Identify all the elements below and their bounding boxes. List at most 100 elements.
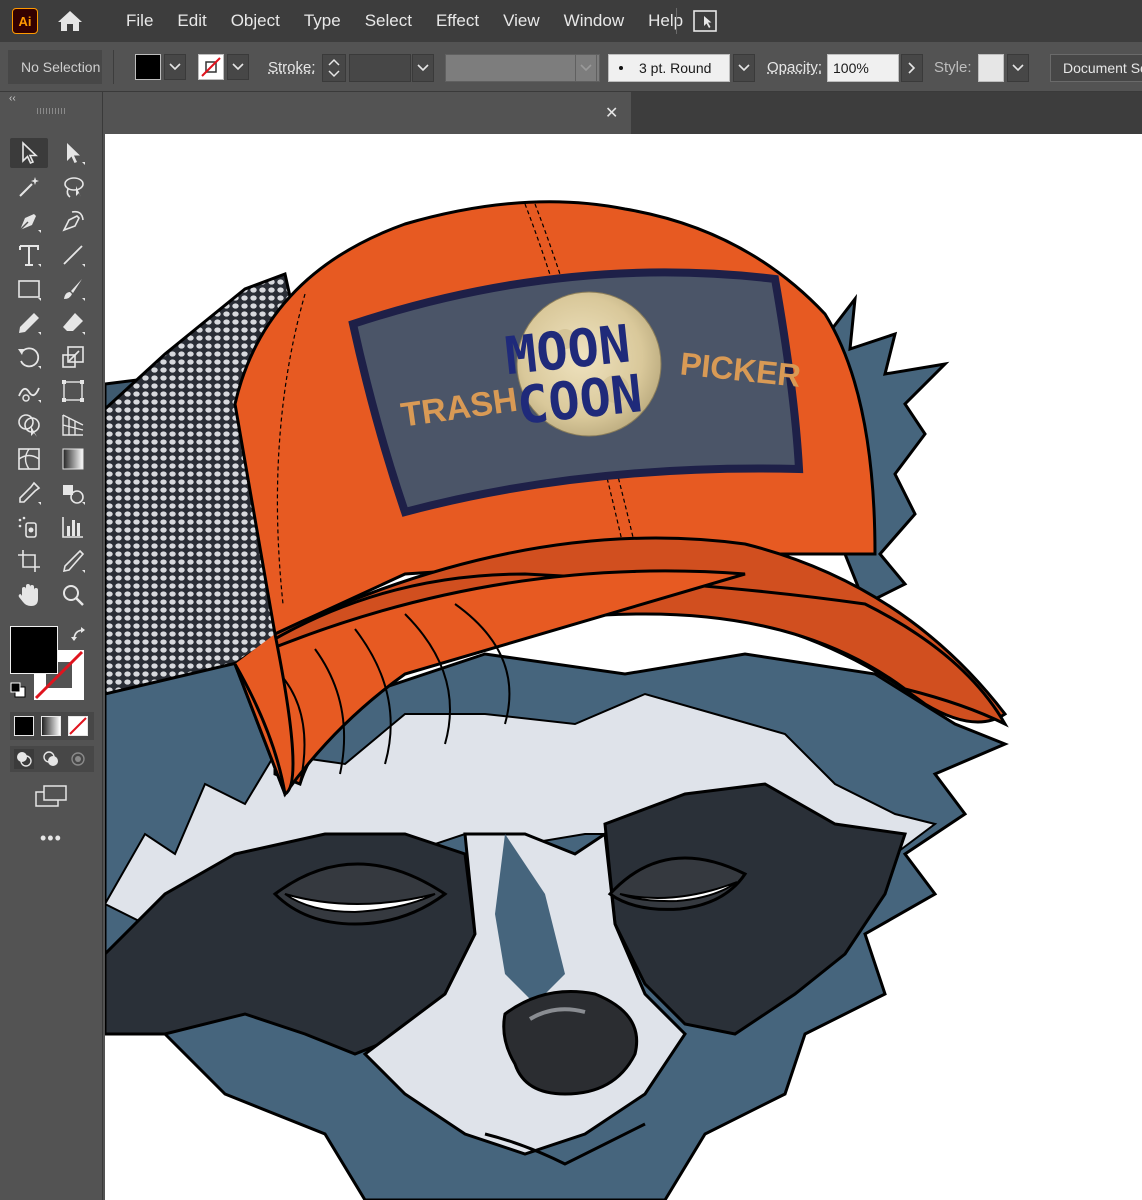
menu-edit[interactable]: Edit (165, 11, 218, 31)
collapse-panel-icon[interactable]: ‹‹ (9, 93, 16, 104)
chevron-down-icon (169, 63, 181, 71)
slice-tool[interactable] (54, 546, 92, 576)
raccoon-artwork: TRASH MOON COON PICKER (105, 200, 1009, 1200)
menu-type[interactable]: Type (292, 11, 353, 31)
fill-dropdown-button[interactable] (164, 54, 186, 80)
app-logo: Ai (12, 8, 38, 34)
chevron-down-icon (232, 63, 244, 71)
eraser-tool-icon (63, 313, 85, 335)
tools-panel: ‹‹ ••• (0, 92, 103, 1200)
selection-tool[interactable] (10, 138, 48, 168)
menu-items: File Edit Object Type Select Effect View… (114, 0, 695, 42)
panel-grip[interactable] (37, 108, 65, 114)
menu-select[interactable]: Select (353, 11, 424, 31)
scale-tool-icon (62, 346, 84, 368)
pen-tool[interactable] (10, 206, 48, 236)
hand-tool[interactable] (10, 580, 48, 610)
brush-dropdown[interactable] (733, 54, 755, 82)
menu-bar: Ai File Edit Object Type Select Effect V… (0, 0, 1142, 42)
menu-file[interactable]: File (114, 11, 165, 31)
graphic-style-swatch[interactable] (978, 54, 1004, 82)
stroke-color-swatch[interactable] (198, 54, 224, 80)
stroke-label[interactable]: Stroke: (268, 59, 316, 76)
document-tab[interactable] (105, 92, 631, 134)
menu-view[interactable]: View (491, 11, 552, 31)
document-setup-button[interactable]: Document Setup (1050, 54, 1142, 82)
lasso-tool[interactable] (54, 172, 92, 202)
symbol-sprayer-tool-icon (18, 516, 37, 538)
eyedropper-tool-icon (19, 481, 41, 505)
chevron-down-icon (417, 64, 429, 72)
default-fill-stroke-icon[interactable] (10, 682, 26, 698)
fill-color-box[interactable] (10, 626, 58, 674)
style-label: Style: (934, 59, 972, 76)
separator (113, 50, 114, 84)
control-bar: No Selection Stroke: 3 pt. Round Opacity… (0, 42, 1142, 92)
menu-separator (676, 8, 677, 34)
menu-help[interactable]: Help (636, 11, 695, 31)
stroke-weight-stepper[interactable] (322, 54, 346, 82)
column-graph-tool-icon (62, 517, 83, 538)
shape-builder-tool[interactable] (10, 410, 48, 440)
menu-object[interactable]: Object (219, 11, 292, 31)
column-graph-tool[interactable] (54, 512, 92, 542)
menu-window[interactable]: Window (552, 11, 636, 31)
brush-definition[interactable]: 3 pt. Round (608, 54, 730, 82)
draw-normal-icon[interactable] (14, 749, 34, 769)
stroke-weight-input[interactable] (349, 54, 411, 82)
paintbrush-tool[interactable] (54, 274, 92, 304)
swap-fill-stroke-icon[interactable] (70, 626, 88, 644)
direct-selection-tool[interactable] (54, 138, 92, 168)
warp-tool[interactable] (10, 376, 48, 406)
pencil-tool[interactable] (10, 308, 48, 338)
line-tool[interactable] (54, 240, 92, 270)
rectangle-tool[interactable] (10, 274, 48, 304)
stepper-arrows-icon (328, 58, 340, 78)
variable-width-dropdown[interactable] (575, 54, 597, 82)
close-tab-icon[interactable]: ✕ (605, 103, 618, 123)
opacity-input[interactable]: 100% (827, 54, 899, 82)
symbol-sprayer-tool[interactable] (10, 512, 48, 542)
menu-effect[interactable]: Effect (424, 11, 491, 31)
brush-dot-icon (619, 66, 623, 70)
rotate-tool[interactable] (10, 342, 48, 372)
paintbrush-tool-icon (64, 279, 85, 301)
gradient-tool-icon (62, 448, 84, 470)
color-mode-button[interactable] (14, 716, 34, 736)
blend-tool-icon (63, 485, 85, 505)
gradient-tool[interactable] (54, 444, 92, 474)
curvature-tool[interactable] (54, 206, 92, 236)
artboard-tool[interactable] (10, 546, 48, 576)
perspective-grid-tool[interactable] (54, 410, 92, 440)
style-dropdown[interactable] (1007, 54, 1029, 82)
arrange-documents-icon[interactable] (692, 9, 718, 33)
home-icon[interactable] (56, 9, 84, 33)
opacity-flyout-button[interactable] (901, 54, 923, 82)
shape-builder-tool-icon (18, 414, 40, 437)
slice-tool-icon (62, 549, 85, 573)
brush-definition-label: 3 pt. Round (639, 60, 712, 76)
type-tool[interactable] (10, 240, 48, 270)
opacity-label[interactable]: Opacity: (767, 59, 822, 76)
gradient-mode-button[interactable] (41, 716, 61, 736)
none-mode-button[interactable] (68, 716, 88, 736)
eyedropper-tool[interactable] (10, 478, 48, 508)
magic-wand-tool[interactable] (10, 172, 48, 202)
edit-toolbar-icon[interactable]: ••• (40, 828, 62, 849)
blend-tool[interactable] (54, 478, 92, 508)
mesh-tool[interactable] (10, 444, 48, 474)
stroke-weight-dropdown[interactable] (412, 54, 434, 82)
screen-mode-icon[interactable] (34, 784, 68, 808)
stroke-dropdown-button[interactable] (227, 54, 249, 80)
scale-tool[interactable] (54, 342, 92, 372)
direct-selection-tool-icon (67, 143, 85, 165)
free-transform-tool[interactable] (54, 376, 92, 406)
artboard-canvas[interactable]: TRASH MOON COON PICKER (105, 134, 1142, 1200)
draw-inside-icon[interactable] (68, 749, 88, 769)
chevron-right-icon (908, 62, 916, 74)
artboard-tool-icon (18, 550, 40, 572)
eraser-tool[interactable] (54, 308, 92, 338)
fill-color-swatch[interactable] (135, 54, 161, 80)
draw-behind-icon[interactable] (41, 749, 61, 769)
zoom-tool[interactable] (54, 580, 92, 610)
